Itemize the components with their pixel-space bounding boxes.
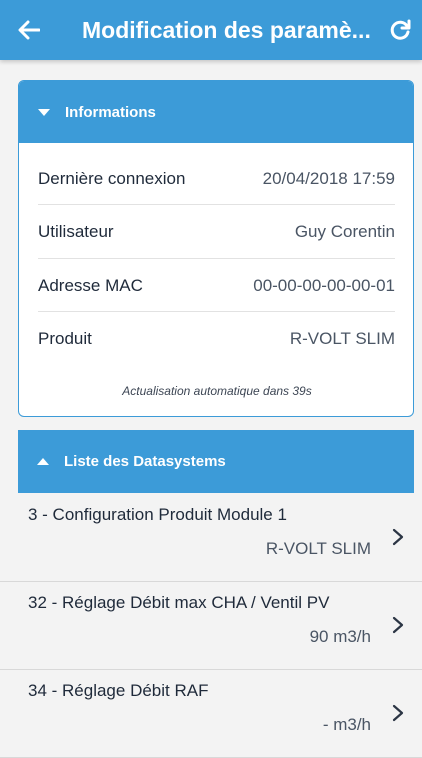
datasystem-name: 34 - Réglage Débit RAF bbox=[28, 681, 209, 700]
info-value: 20/04/2018 17:59 bbox=[262, 168, 395, 188]
refresh-icon bbox=[390, 19, 411, 40]
info-value: 00-00-00-00-00-01 bbox=[253, 275, 395, 295]
datasystem-name: 32 - Réglage Débit max CHA / Ventil PV bbox=[28, 593, 330, 612]
app-bar: Modification des paramè... bbox=[0, 0, 422, 60]
refresh-button[interactable] bbox=[378, 0, 422, 60]
info-row-user: Utilisateur Guy Corentin bbox=[38, 205, 395, 258]
datasystem-value: R-VOLT SLIM bbox=[265, 539, 371, 558]
info-label: Dernière connexion bbox=[38, 168, 186, 188]
back-button[interactable] bbox=[0, 0, 58, 60]
page-title: Modification des paramè... bbox=[82, 16, 371, 43]
info-row-mac: Adresse MAC 00-00-00-00-00-01 bbox=[38, 259, 395, 312]
info-row-product: Produit R-VOLT SLIM bbox=[38, 312, 395, 365]
info-value: Guy Corentin bbox=[294, 221, 395, 241]
informations-header[interactable]: Informations bbox=[19, 81, 413, 143]
chevron-right-icon bbox=[392, 616, 404, 634]
datasystem-value: 90 m3/h bbox=[309, 627, 371, 646]
info-label: Adresse MAC bbox=[38, 275, 143, 295]
chevron-right-icon bbox=[392, 704, 404, 722]
datasystem-name: 3 - Configuration Produit Module 1 bbox=[28, 505, 287, 524]
chevron-right-icon bbox=[392, 528, 404, 546]
caret-up-icon bbox=[37, 457, 49, 465]
arrow-left-icon bbox=[18, 20, 40, 40]
informations-card: Informations Dernière connexion 20/04/20… bbox=[18, 80, 414, 417]
datasystems-header[interactable]: Liste des Datasystems bbox=[18, 430, 414, 493]
info-row-last-connection: Dernière connexion 20/04/2018 17:59 bbox=[38, 152, 395, 205]
info-value: R-VOLT SLIM bbox=[289, 328, 395, 348]
info-label: Utilisateur bbox=[38, 221, 114, 241]
caret-down-icon bbox=[38, 109, 50, 116]
datasystem-item[interactable]: 34 - Réglage Débit RAF - m3/h bbox=[0, 671, 422, 758]
info-label: Produit bbox=[38, 328, 92, 348]
informations-title: Informations bbox=[65, 103, 156, 121]
auto-refresh-notice: Actualisation automatique dans 39s bbox=[122, 384, 312, 398]
datasystem-item[interactable]: 32 - Réglage Débit max CHA / Ventil PV 9… bbox=[0, 583, 422, 670]
datasystems-title: Liste des Datasystems bbox=[64, 453, 226, 470]
datasystems-card: Liste des Datasystems bbox=[18, 430, 414, 493]
datasystem-item[interactable]: 3 - Configuration Produit Module 1 R-VOL… bbox=[0, 495, 422, 582]
datasystem-value: - m3/h bbox=[322, 715, 371, 734]
